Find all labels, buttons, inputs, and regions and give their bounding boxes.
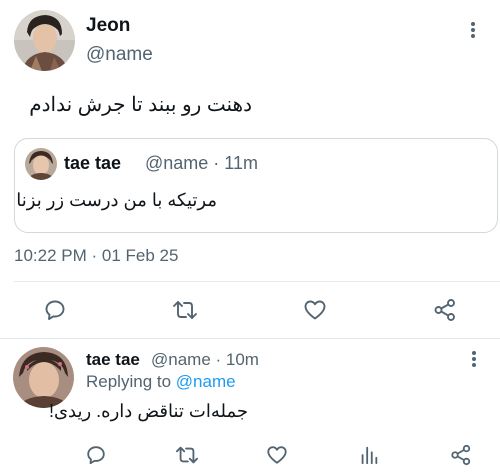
- tweet-text: دهنت رو ببند تا جرش ندادم: [29, 94, 252, 116]
- quoted-tweet-card[interactable]: tae tae @name · 11m مرتیکه با من درست زر…: [14, 138, 498, 233]
- bar-chart-icon[interactable]: [354, 440, 384, 470]
- replying-to-line: Replying to @name: [86, 372, 236, 392]
- author-avatar[interactable]: [14, 10, 75, 71]
- quoted-author-avatar: [25, 148, 57, 180]
- quoted-author-meta: @name · 11m: [145, 153, 258, 173]
- reply-more-vertical-icon[interactable]: [464, 349, 484, 373]
- reply-heart-icon[interactable]: [262, 440, 292, 470]
- main-tweet: Jeon @name دهنت رو ببند تا جرش ندادم tae…: [0, 0, 500, 340]
- more-vertical-icon[interactable]: [463, 20, 483, 44]
- reply-retweet-icon[interactable]: [172, 440, 202, 470]
- reply-author-meta: @name · 10m: [151, 350, 259, 369]
- author-name[interactable]: Jeon: [86, 15, 130, 37]
- author-handle[interactable]: @name: [86, 44, 153, 66]
- reply-comment-bubble-icon[interactable]: [81, 440, 111, 470]
- comment-bubble-icon[interactable]: [40, 295, 70, 325]
- quoted-author-name: tae tae: [64, 153, 122, 173]
- reply-author-name[interactable]: tae tae: [86, 350, 140, 370]
- reply-tweet-text: جمله‌ات تناقض داره. ریدی!: [48, 401, 248, 421]
- share-nodes-icon[interactable]: [430, 295, 460, 325]
- divider: [14, 281, 500, 282]
- tweet-timestamp[interactable]: 10:22 PM · 01 Feb 25: [14, 246, 178, 266]
- retweet-icon[interactable]: [170, 295, 200, 325]
- reply-share-nodes-icon[interactable]: [446, 440, 476, 470]
- reply-author-avatar[interactable]: [13, 347, 74, 408]
- thread-separator: [0, 338, 500, 339]
- replying-to-label: Replying to: [86, 372, 172, 391]
- replying-to-mention[interactable]: @name: [176, 372, 236, 391]
- heart-icon[interactable]: [300, 295, 330, 325]
- quoted-tweet-text: مرتیکه با من درست زر بزنا: [16, 190, 217, 210]
